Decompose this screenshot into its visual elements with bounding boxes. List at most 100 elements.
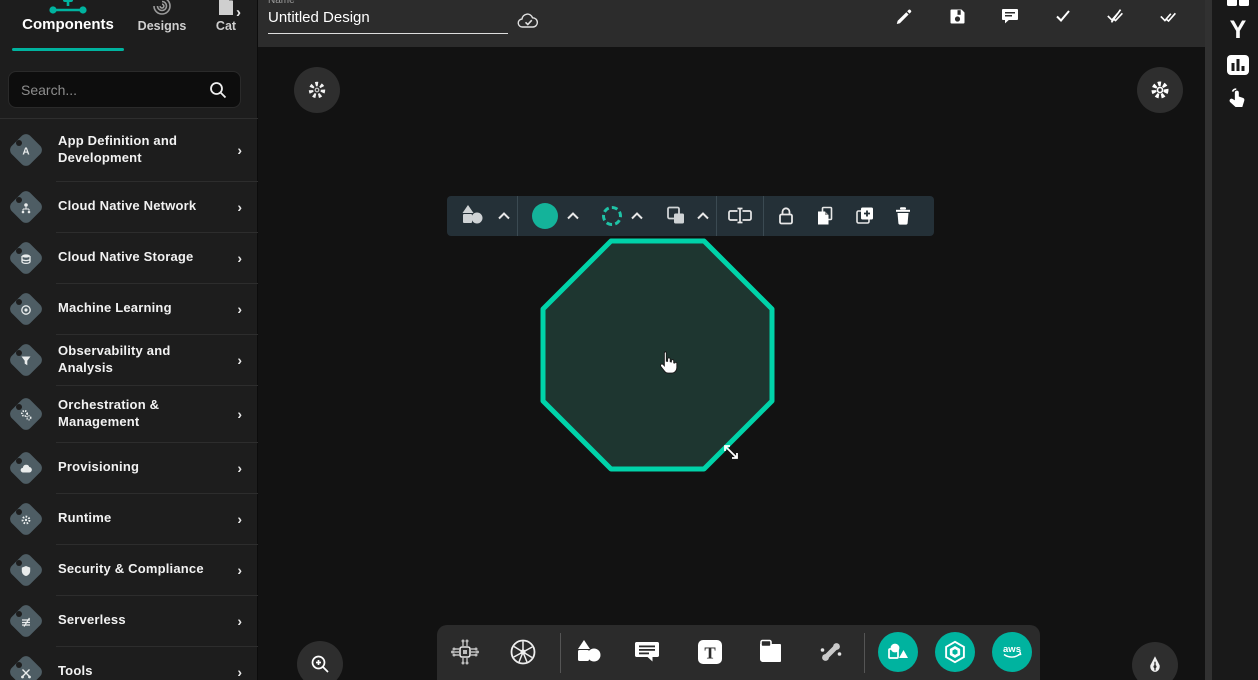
shape-node-octagon[interactable] <box>540 238 775 472</box>
chevron-up-icon[interactable] <box>630 212 644 220</box>
tag-runtime-icon <box>8 501 44 537</box>
chevron-right-icon: › <box>237 664 242 680</box>
kubernetes-icon[interactable] <box>503 632 543 672</box>
category-list: A App Definition and Development › Cloud… <box>0 118 258 680</box>
shapes-teal-button[interactable] <box>878 632 918 672</box>
category-observability[interactable]: Observability and Analysis › <box>0 334 258 385</box>
category-cloud-native-network[interactable]: Cloud Native Network › <box>0 181 258 232</box>
category-tools[interactable]: Tools › <box>0 646 258 680</box>
designs-rose-icon <box>150 0 174 16</box>
chevron-right-icon: › <box>237 142 242 158</box>
category-serverless[interactable]: Serverless › <box>0 595 258 646</box>
topology-icon <box>45 0 91 14</box>
design-editor-app: Components Designs <box>0 0 1258 680</box>
category-orchestration[interactable]: Orchestration & Management › <box>0 385 258 442</box>
category-provisioning[interactable]: Provisioning › <box>0 442 258 493</box>
bar-chart-icon[interactable] <box>1225 54 1251 76</box>
chevron-right-icon: › <box>237 199 242 215</box>
sidebar-tabs: Components Designs <box>0 0 257 56</box>
chevron-right-icon: › <box>237 406 242 422</box>
catalog-page-icon <box>216 0 236 16</box>
component-search <box>8 71 241 108</box>
tag-orchestration-icon <box>8 396 44 432</box>
chevron-up-icon[interactable] <box>497 212 511 220</box>
trash-icon[interactable] <box>894 206 912 226</box>
tag-storage-icon <box>8 240 44 276</box>
flower-button[interactable] <box>294 67 340 113</box>
pen-tool-button[interactable] <box>1132 642 1178 680</box>
category-app-definition[interactable]: A App Definition and Development › <box>0 119 258 181</box>
double-check-crossed-icon[interactable] <box>1106 6 1126 26</box>
tab-components[interactable]: Components <box>10 0 126 33</box>
tag-tools-icon <box>8 654 44 680</box>
active-tab-underline <box>12 48 124 51</box>
gear-icon <box>1149 79 1171 101</box>
pencil-icon[interactable] <box>894 6 914 26</box>
tag-serverless-icon <box>8 603 44 639</box>
text-icon[interactable]: T <box>690 632 730 672</box>
chevron-up-icon[interactable] <box>696 212 710 220</box>
canvas-settings-button[interactable] <box>1137 67 1183 113</box>
chevron-right-icon: › <box>237 613 242 629</box>
category-machine-learning[interactable]: Machine Learning › <box>0 283 258 334</box>
link-icon[interactable] <box>811 632 851 672</box>
merge-y-icon[interactable]: Y <box>1225 18 1251 43</box>
components-sidebar: Components Designs <box>0 0 258 680</box>
group-icon[interactable] <box>664 204 688 228</box>
cloud-check-icon <box>516 11 540 31</box>
search-input[interactable] <box>21 82 208 98</box>
shape-context-toolbar <box>447 196 934 236</box>
design-header: Name <box>258 0 1205 47</box>
category-cloud-native-storage[interactable]: Cloud Native Storage › <box>0 232 258 283</box>
design-name-input[interactable] <box>268 6 508 34</box>
shapes-icon[interactable] <box>569 632 609 672</box>
search-icon[interactable] <box>208 80 228 100</box>
panels-icon[interactable] <box>1225 0 1251 8</box>
stroke-style-swatch[interactable] <box>602 206 622 226</box>
save-icon[interactable] <box>947 6 967 26</box>
tag-ml-icon <box>8 291 44 327</box>
chevron-right-icon: › <box>237 352 242 368</box>
text-tool-glyph: T <box>704 644 716 663</box>
fill-color-swatch[interactable] <box>532 203 558 229</box>
pen-nib-icon <box>1144 654 1166 676</box>
tag-app-icon: A <box>8 132 44 168</box>
circuit-icon[interactable] <box>445 632 485 672</box>
check-icon[interactable] <box>1053 6 1073 26</box>
chevron-right-icon: › <box>237 511 242 527</box>
tab-designs[interactable]: Designs <box>132 0 192 33</box>
rename-icon[interactable] <box>727 206 753 226</box>
zoom-in-icon <box>309 653 331 675</box>
tag-security-icon <box>8 552 44 588</box>
comment-icon[interactable] <box>1000 6 1020 26</box>
tab-designs-label: Designs <box>138 19 187 33</box>
category-runtime[interactable]: Runtime › <box>0 493 258 544</box>
touch-icon[interactable] <box>1225 86 1251 114</box>
chevron-right-icon: › <box>237 562 242 578</box>
hexagon-teal-button[interactable] <box>935 632 975 672</box>
design-canvas[interactable]: T <box>258 47 1205 680</box>
zoom-in-button[interactable] <box>297 641 343 680</box>
note-icon[interactable] <box>750 632 790 672</box>
category-security[interactable]: Security & Compliance › <box>0 544 258 595</box>
chevron-up-icon[interactable] <box>566 212 580 220</box>
chevron-right-icon: › <box>237 301 242 317</box>
tab-catalog[interactable]: Cat <box>204 0 248 33</box>
more-tabs-chevron-icon[interactable]: › <box>236 4 241 21</box>
tag-provisioning-icon <box>8 450 44 486</box>
tag-network-icon <box>8 189 44 225</box>
shape-picker-icon[interactable] <box>459 203 489 229</box>
header-actions <box>894 6 1179 26</box>
tab-components-label: Components <box>22 16 114 33</box>
double-check-icon[interactable] <box>1159 6 1179 26</box>
aws-label: aws <box>1003 644 1021 655</box>
flower-icon <box>306 79 328 101</box>
tag-observability-icon <box>8 342 44 378</box>
add-layer-icon[interactable] <box>854 205 876 227</box>
aws-teal-button[interactable]: aws <box>992 632 1032 672</box>
lock-icon[interactable] <box>776 205 796 227</box>
duplicate-icon[interactable] <box>814 205 836 227</box>
tab-catalog-label: Cat <box>216 19 236 33</box>
tools-dock: T <box>437 625 1040 680</box>
comment-icon[interactable] <box>627 632 667 672</box>
